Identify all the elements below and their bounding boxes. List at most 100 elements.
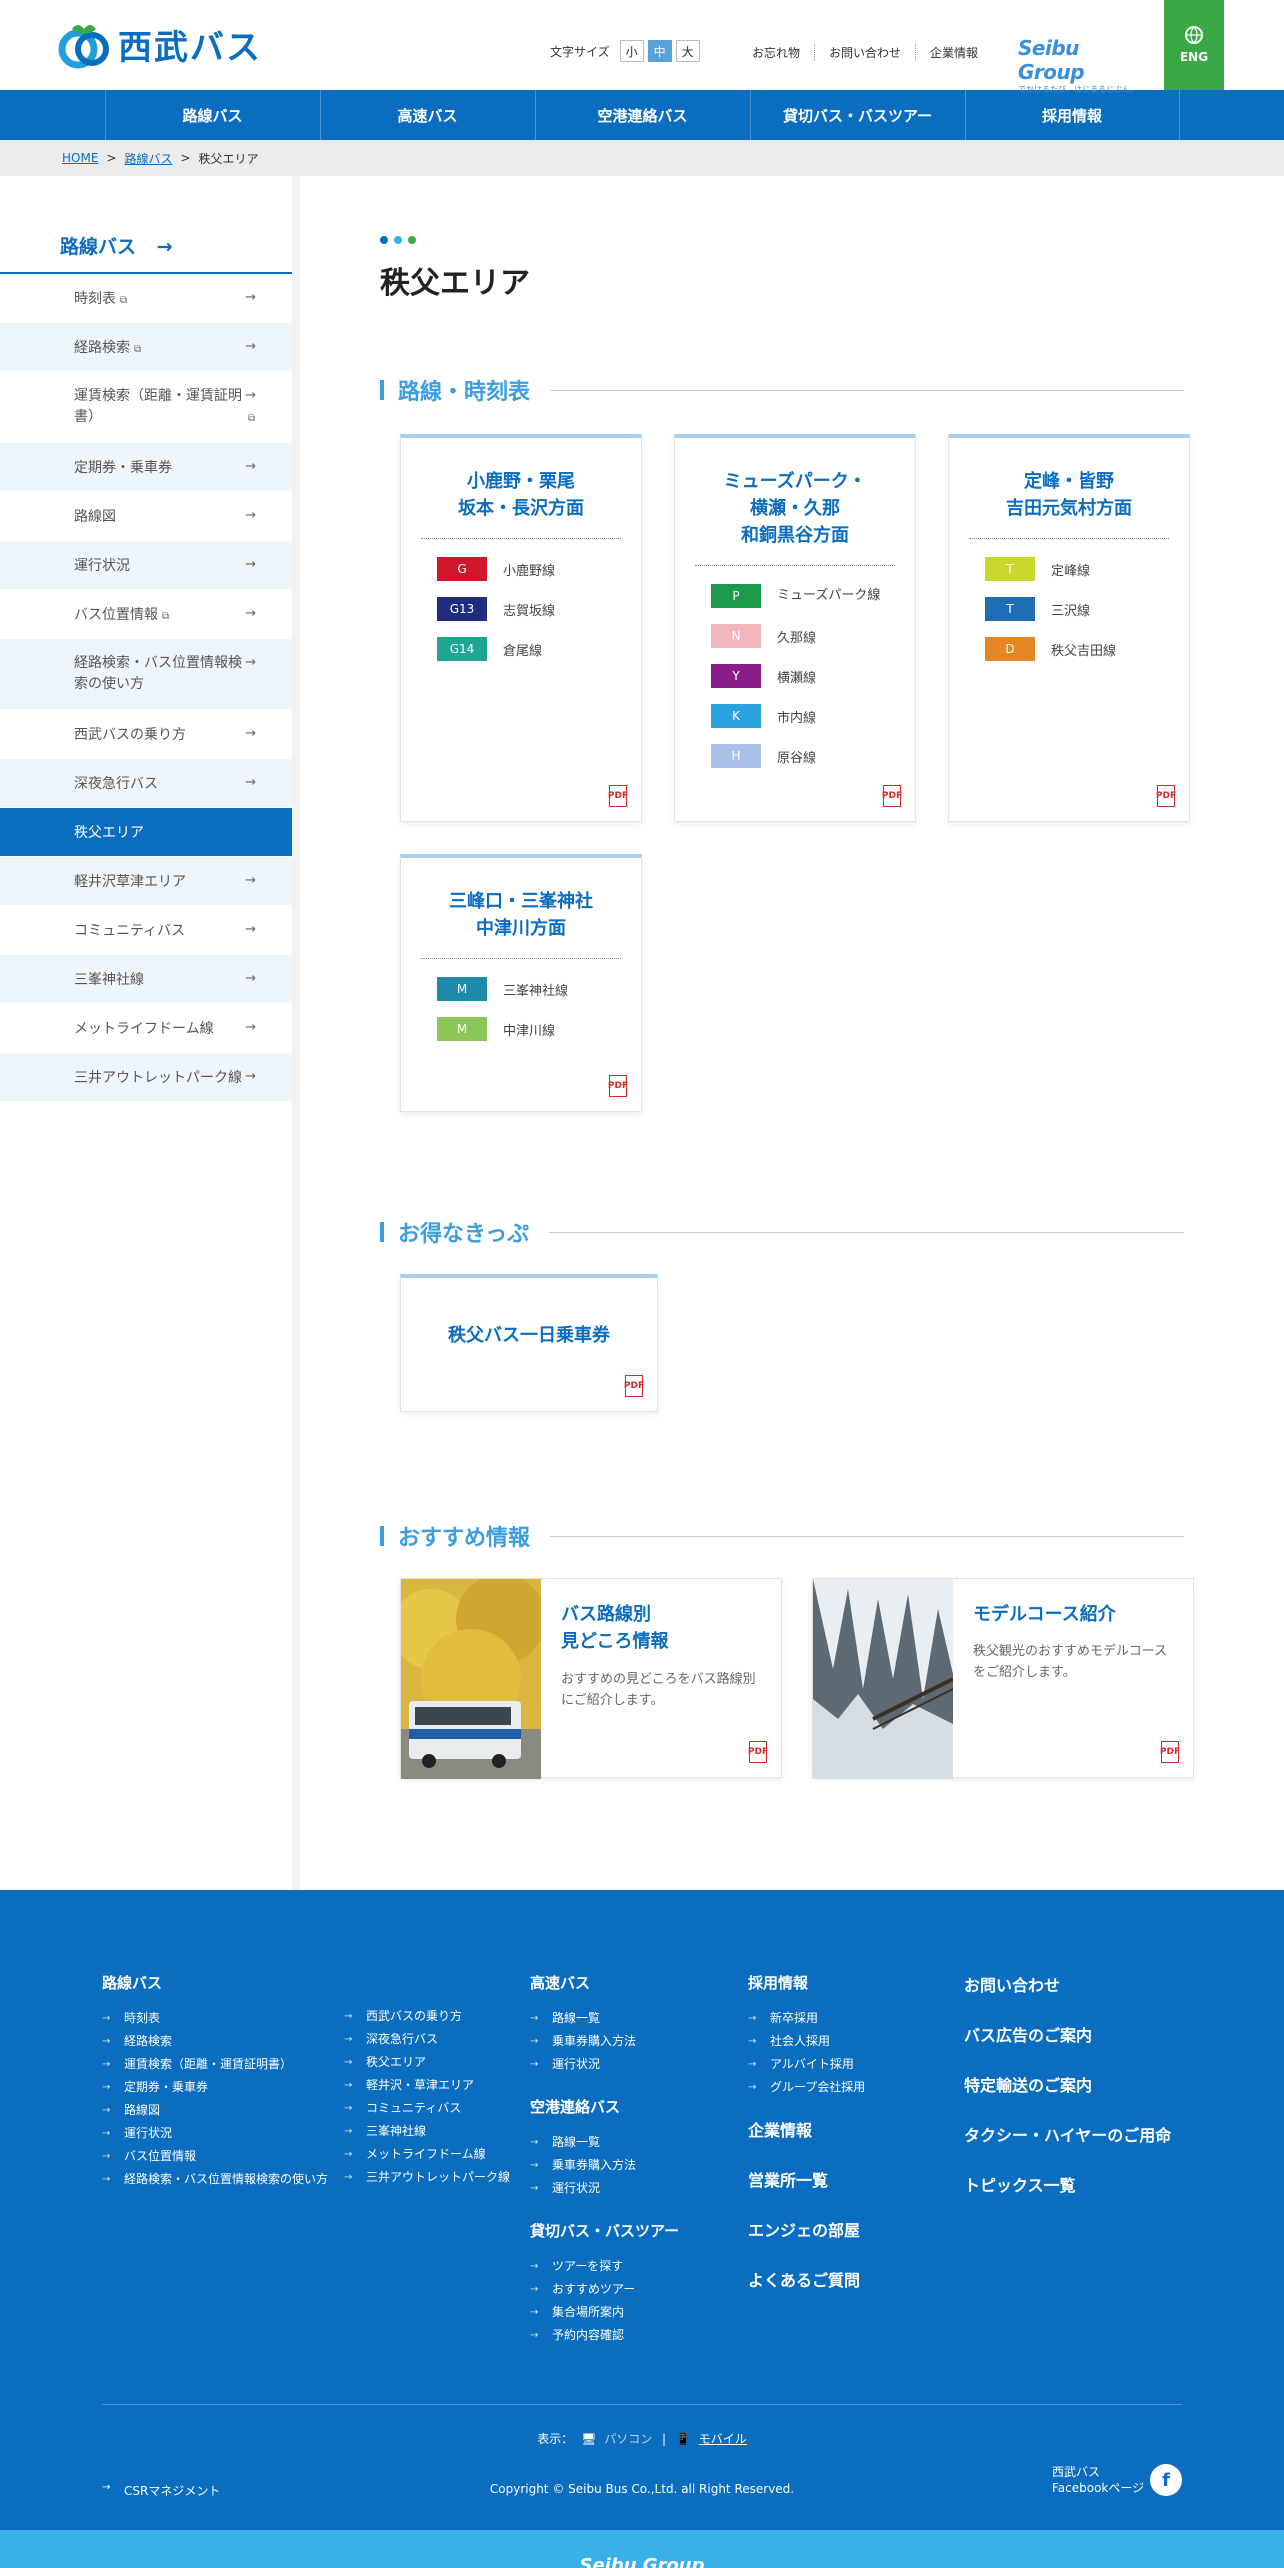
- sidebar-item[interactable]: 深夜急行バス →: [0, 759, 292, 808]
- footer-heading[interactable]: 営業所一覧: [748, 2167, 865, 2191]
- footer-heading[interactable]: 企業情報: [748, 2117, 865, 2141]
- sidebar-item[interactable]: バス位置情報 ⧉ →: [0, 590, 292, 639]
- footer-link[interactable]: 経路検索: [102, 2030, 332, 2053]
- footer-heading[interactable]: バス広告のご案内: [964, 2022, 1171, 2046]
- footer-heading[interactable]: タクシー・ハイヤーのご用命: [964, 2122, 1171, 2146]
- footer-heading[interactable]: 貸切バス・バスツアー: [530, 2220, 679, 2241]
- footer-link[interactable]: コミュニティバス: [344, 2097, 510, 2120]
- route-row[interactable]: K 市内線: [675, 696, 915, 736]
- footer-link[interactable]: 社会人採用: [748, 2030, 865, 2053]
- footer-link[interactable]: バス位置情報: [102, 2145, 332, 2168]
- footer-link[interactable]: 時刻表: [102, 2007, 332, 2030]
- sidebar-item[interactable]: 三峯神社線 →: [0, 955, 292, 1004]
- footer-link[interactable]: おすすめツアー: [530, 2278, 679, 2301]
- footer-link[interactable]: 路線一覧: [530, 2131, 679, 2154]
- footer-heading[interactable]: 特定輸送のご案内: [964, 2072, 1171, 2096]
- footer-heading[interactable]: 採用情報: [748, 1972, 865, 1993]
- footer-link[interactable]: 軽井沢・草津エリア: [344, 2074, 510, 2097]
- route-row[interactable]: Y 横瀬線: [675, 656, 915, 696]
- footer-link[interactable]: 運行状況: [102, 2122, 332, 2145]
- route-row[interactable]: M 中津川線: [401, 1009, 641, 1049]
- footer-heading[interactable]: 路線バス: [102, 1972, 332, 1993]
- footer-link[interactable]: 三井アウトレットパーク線: [344, 2166, 510, 2189]
- footer-link[interactable]: 乗車券購入方法: [530, 2154, 679, 2177]
- recommend-card-model-course[interactable]: モデルコース紹介 秩父観光のおすすめモデルコースをご紹介します。 PDF: [812, 1578, 1194, 1779]
- footer-heading[interactable]: 空港連絡バス: [530, 2096, 679, 2117]
- footer-heading[interactable]: よくあるご質問: [748, 2267, 865, 2291]
- sidebar-item[interactable]: 路線図 →: [0, 492, 292, 541]
- sidebar-item[interactable]: 西武バスの乗り方 →: [0, 710, 292, 759]
- breadcrumb-route-bus[interactable]: 路線バス: [124, 150, 172, 167]
- route-card[interactable]: 小鹿野・栗尾 坂本・長沢方面 G 小鹿野線 G13 志賀坂線 G14 倉尾線 PDF: [400, 434, 642, 822]
- footer-link[interactable]: 予約内容確認: [530, 2324, 679, 2347]
- bottom-group-logo[interactable]: Seibu Group: [579, 2555, 704, 2568]
- display-pc[interactable]: パソコン: [604, 2432, 652, 2446]
- english-button[interactable]: ENG: [1164, 0, 1224, 90]
- nav-route-bus[interactable]: 路線バス: [104, 90, 320, 140]
- route-row[interactable]: P ミューズパーク線: [675, 576, 915, 616]
- seibu-group-logo[interactable]: Seibu Group でかけるたび、はじまるじぶん。: [1018, 36, 1138, 95]
- sidebar-item[interactable]: 三井アウトレットパーク線 →: [0, 1053, 292, 1102]
- header-link-lost-items[interactable]: お忘れ物: [752, 44, 816, 61]
- route-row[interactable]: T 定峰線: [949, 549, 1189, 589]
- nav-airport-bus[interactable]: 空港連絡バス: [534, 90, 750, 140]
- nav-highway-bus[interactable]: 高速バス: [319, 90, 535, 140]
- route-row[interactable]: T 三沢線: [949, 589, 1189, 629]
- route-row[interactable]: G 小鹿野線: [401, 549, 641, 589]
- breadcrumb-home[interactable]: HOME: [62, 151, 98, 165]
- facebook-label[interactable]: 西武バス Facebookページ: [1052, 2464, 1144, 2496]
- sidebar-item[interactable]: 経路検索・バス位置情報検索の使い方 →: [0, 639, 292, 710]
- footer-link[interactable]: 路線図: [102, 2099, 332, 2122]
- sidebar-item[interactable]: 定期券・乗車券 →: [0, 443, 292, 492]
- footer-link[interactable]: 三峯神社線: [344, 2120, 510, 2143]
- route-row[interactable]: N 久那線: [675, 616, 915, 656]
- route-row[interactable]: G13 志賀坂線: [401, 589, 641, 629]
- footer-heading[interactable]: トピックス一覧: [964, 2172, 1171, 2196]
- footer-heading[interactable]: エンジェの部屋: [748, 2217, 865, 2241]
- route-row[interactable]: D 秩父吉田線: [949, 629, 1189, 669]
- header-link-contact[interactable]: お問い合わせ: [815, 44, 917, 61]
- footer-heading[interactable]: 高速バス: [530, 1972, 679, 1993]
- sidebar-item[interactable]: 時刻表 ⧉ →: [0, 274, 292, 323]
- ticket-card[interactable]: 秩父バス一日乗車券 PDF: [400, 1274, 658, 1412]
- sidebar-item[interactable]: 運賃検索（距離・運賃証明書） ⧉ →: [0, 372, 292, 443]
- footer-link[interactable]: 運賃検索（距離・運賃証明書）: [102, 2053, 332, 2076]
- footer-link[interactable]: 路線一覧: [530, 2007, 679, 2030]
- recommend-card-sightseeing[interactable]: バス路線別 見どころ情報 おすすめの見どころをバス路線別にご紹介します。 PDF: [391, 1574, 782, 1779]
- site-logo[interactable]: 西武バス: [58, 20, 262, 69]
- route-row[interactable]: H 原谷線: [675, 736, 915, 776]
- sidebar-item[interactable]: 秩父エリア: [0, 808, 292, 857]
- font-size-large-button[interactable]: 大: [675, 40, 700, 62]
- route-card[interactable]: ミューズパーク・ 横瀬・久那 和銅黒谷方面 P ミューズパーク線 N 久那線 Y 横瀬線 K 市内線…: [674, 434, 916, 822]
- route-row[interactable]: M 三峯神社線: [401, 969, 641, 1009]
- sidebar-item[interactable]: 軽井沢草津エリア →: [0, 857, 292, 906]
- route-row[interactable]: G14 倉尾線: [401, 629, 641, 669]
- sidebar-item[interactable]: メットライフドーム線 →: [0, 1004, 292, 1053]
- footer-link[interactable]: 秩父エリア: [344, 2051, 510, 2074]
- font-size-small-button[interactable]: 小: [619, 40, 644, 62]
- facebook-icon[interactable]: f: [1150, 2464, 1182, 2496]
- route-card[interactable]: 定峰・皆野 吉田元気村方面 T 定峰線 T 三沢線 D 秩父吉田線 PDF: [948, 434, 1190, 822]
- footer-heading[interactable]: お問い合わせ: [964, 1972, 1171, 1996]
- footer-link[interactable]: 深夜急行バス: [344, 2028, 510, 2051]
- footer-link[interactable]: 運行状況: [530, 2177, 679, 2200]
- header-link-company[interactable]: 企業情報: [916, 44, 992, 61]
- footer-link[interactable]: 乗車券購入方法: [530, 2030, 679, 2053]
- footer-link[interactable]: 西武バスの乗り方: [344, 2005, 510, 2028]
- footer-link[interactable]: 集合場所案内: [530, 2301, 679, 2324]
- nav-recruit[interactable]: 採用情報: [964, 90, 1180, 140]
- footer-link[interactable]: 運行状況: [530, 2053, 679, 2076]
- sidebar-item[interactable]: 運行状況 →: [0, 541, 292, 590]
- footer-link[interactable]: ツアーを探す: [530, 2255, 679, 2278]
- display-mobile[interactable]: モバイル: [699, 2432, 747, 2446]
- nav-charter-bus[interactable]: 貸切バス・バスツアー: [749, 90, 965, 140]
- footer-link[interactable]: グループ会社採用: [748, 2076, 865, 2099]
- footer-link[interactable]: アルバイト採用: [748, 2053, 865, 2076]
- footer-link[interactable]: 定期券・乗車券: [102, 2076, 332, 2099]
- route-card[interactable]: 三峰口・三峯神社 中津川方面 M 三峯神社線 M 中津川線 PDF: [400, 854, 642, 1112]
- sidebar-title[interactable]: 路線バス →: [0, 176, 292, 274]
- font-size-medium-button[interactable]: 中: [647, 40, 672, 62]
- sidebar-item[interactable]: 経路検索 ⧉ →: [0, 323, 292, 372]
- footer-link[interactable]: 新卒採用: [748, 2007, 865, 2030]
- footer-link[interactable]: 経路検索・バス位置情報検索の使い方: [102, 2168, 332, 2191]
